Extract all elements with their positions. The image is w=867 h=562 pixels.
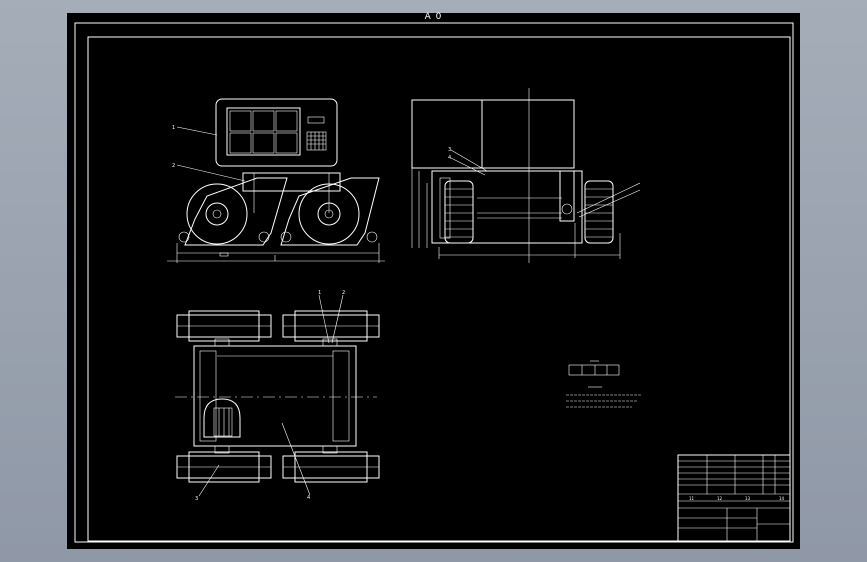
right-track bbox=[280, 177, 380, 246]
balloon-1: 1 bbox=[172, 125, 175, 131]
display-slot bbox=[307, 116, 325, 124]
outer-frame bbox=[74, 22, 794, 543]
title-col-11: 11 bbox=[689, 496, 695, 501]
track-bottom-right bbox=[282, 451, 380, 483]
balloon-top-3: 3 bbox=[195, 496, 198, 502]
title-block: 11 12 13 14 bbox=[677, 454, 791, 542]
motor bbox=[203, 398, 241, 438]
track-top-left bbox=[176, 310, 272, 342]
side-box-right bbox=[481, 99, 575, 169]
motor-housing bbox=[559, 170, 575, 222]
title-col-14: 14 bbox=[779, 496, 785, 501]
track-top-right bbox=[282, 310, 380, 342]
balloon-top-1: 1 bbox=[318, 290, 321, 296]
leader-line bbox=[176, 126, 218, 136]
left-track bbox=[184, 177, 288, 246]
track-bottom-left bbox=[176, 451, 272, 483]
balloon-top-4: 4 bbox=[307, 495, 310, 501]
title-col-13: 13 bbox=[745, 496, 751, 501]
left-drive-wheel bbox=[186, 183, 248, 245]
top-frame bbox=[242, 172, 341, 192]
screen-panel bbox=[226, 107, 301, 156]
balloon-3: 3 bbox=[448, 147, 451, 153]
left-wheel bbox=[444, 180, 474, 244]
side-box-left bbox=[411, 99, 483, 169]
side-view: 3 4 bbox=[411, 88, 641, 263]
technical-notes bbox=[566, 360, 641, 408]
screen-grid bbox=[229, 110, 298, 154]
right-wheel bbox=[584, 180, 614, 244]
cad-drawing: 1 2 3 4 1 2 3 4 11 12 13 14 bbox=[74, 22, 794, 543]
front-view: 1 2 bbox=[167, 98, 385, 263]
balloon-2: 2 bbox=[172, 163, 175, 169]
top-view: 1 2 3 4 bbox=[175, 290, 380, 502]
leader-line bbox=[176, 164, 246, 182]
balloon-top-2: 2 bbox=[342, 290, 345, 296]
notes-table bbox=[568, 364, 620, 376]
top-chassis bbox=[193, 345, 357, 447]
balloon-4: 4 bbox=[448, 155, 451, 161]
left-hub bbox=[205, 202, 229, 226]
title-col-12: 12 bbox=[717, 496, 723, 501]
keypad bbox=[306, 131, 327, 151]
inner-frame bbox=[87, 36, 791, 542]
drawing-sheet: A 0 1 2 3 4 1 2 3 4 11 12 13 14 bbox=[67, 13, 800, 549]
